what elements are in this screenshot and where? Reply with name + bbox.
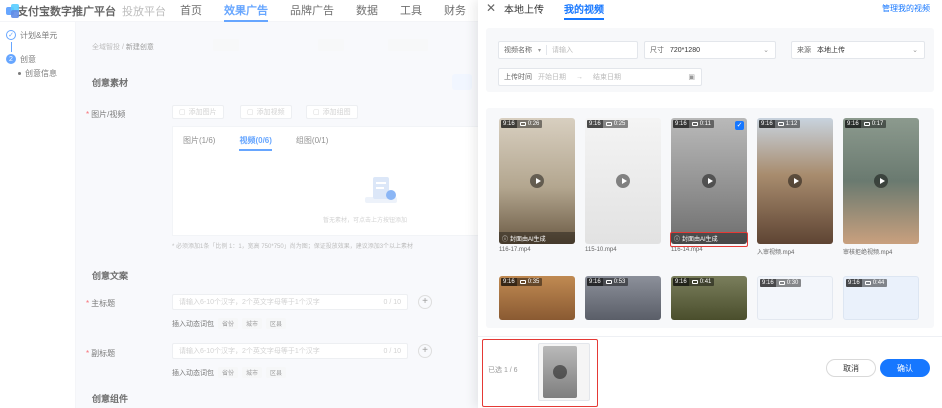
- selected-video-image: [543, 346, 577, 398]
- chevron-down-icon: ⌄: [763, 47, 769, 54]
- camera-icon: [777, 122, 784, 126]
- video-card[interactable]: 9:16 0:17 审核拒绝视频.mp4: [843, 118, 919, 256]
- close-icon[interactable]: ✕: [486, 1, 496, 15]
- video-card[interactable]: 9:16 0:44: [843, 276, 919, 320]
- play-icon[interactable]: [616, 174, 630, 188]
- camera-icon: [691, 122, 698, 126]
- arrow-right-icon: →: [576, 73, 583, 81]
- video-card[interactable]: 9:16 0:53: [585, 276, 661, 320]
- video-card[interactable]: 9:16 0:26 ⓘ 封面由AI生成 116-17.mp4: [499, 118, 575, 253]
- video-thumbnail[interactable]: 9:16 0:41: [671, 276, 747, 320]
- upload-time-filter[interactable]: 上传时间 开始日期 → 结束日期 ▣: [498, 68, 702, 86]
- video-thumbnail[interactable]: 9:16 0:11 ✓ ⓘ 封面由AI生成: [671, 118, 747, 244]
- confirm-button[interactable]: 确认: [880, 359, 930, 377]
- cancel-button[interactable]: 取消: [826, 359, 876, 377]
- video-filename: 115-10.mp4: [585, 247, 617, 253]
- camera-icon: [778, 281, 785, 285]
- video-thumbnail[interactable]: 9:16 0:26 ⓘ 封面由AI生成: [499, 118, 575, 244]
- play-icon[interactable]: [788, 174, 802, 188]
- highlight-ai-badge: [670, 232, 748, 247]
- tab-my-videos[interactable]: 我的视频: [564, 1, 604, 20]
- video-thumbnail[interactable]: 9:16 0:30: [757, 276, 833, 320]
- filter-panel: 视频名称 ▾ 请输入 尺寸 720*1280 ⌄ 来源 本地上传 ⌄ 上传时间 …: [486, 28, 934, 92]
- video-filename: 入审视频.mp4: [757, 250, 795, 256]
- video-card[interactable]: 9:16 1:12 入审视频.mp4: [757, 118, 833, 256]
- camera-icon: [605, 280, 612, 284]
- video-thumbnail[interactable]: 9:16 1:12: [757, 118, 833, 244]
- modal-backdrop[interactable]: [0, 0, 478, 408]
- chevron-down-icon: ▾: [538, 47, 542, 54]
- chevron-down-icon: ⌄: [912, 47, 918, 54]
- camera-icon: [519, 122, 526, 126]
- calendar-icon: ▣: [688, 74, 695, 81]
- camera-icon: [605, 122, 612, 126]
- video-card[interactable]: 9:16 0:30: [757, 276, 833, 320]
- video-filename: 116-14.mp4: [671, 247, 703, 253]
- selected-video-thumbnail[interactable]: [538, 343, 590, 401]
- video-thumbnail[interactable]: 9:16 0:17: [843, 118, 919, 244]
- video-card[interactable]: 9:16 0:41: [671, 276, 747, 320]
- video-filename: 116-17.mp4: [499, 247, 531, 253]
- camera-icon: [691, 280, 698, 284]
- video-picker-drawer: ✕ 本地上传 我的视频 管理我的视频 视频名称 ▾ 请输入 尺寸 720*128…: [478, 0, 942, 408]
- camera-icon: [519, 280, 526, 284]
- source-filter[interactable]: 来源 本地上传 ⌄: [791, 41, 925, 59]
- info-icon: ⓘ: [502, 236, 509, 243]
- tab-local-upload[interactable]: 本地上传: [504, 1, 544, 16]
- video-card[interactable]: 9:16 0:25 115-10.mp4: [585, 118, 661, 253]
- play-icon[interactable]: [702, 174, 716, 188]
- video-filename: 审核拒绝视频.mp4: [843, 250, 893, 256]
- drawer-footer: 已选 1 / 6 取消 确认: [478, 336, 942, 408]
- size-filter[interactable]: 尺寸 720*1280 ⌄: [644, 41, 776, 59]
- selected-count: 已选 1 / 6: [488, 367, 518, 374]
- camera-icon: [864, 281, 871, 285]
- check-icon[interactable]: ✓: [735, 121, 744, 130]
- video-name-filter[interactable]: 视频名称 ▾ 请输入: [498, 41, 638, 59]
- camera-icon: [863, 122, 870, 126]
- play-icon[interactable]: [530, 174, 544, 188]
- video-grid: 9:16 0:26 ⓘ 封面由AI生成 116-17.mp4 9:16 0:25 11…: [486, 108, 934, 328]
- manage-videos-link[interactable]: 管理我的视频: [882, 3, 930, 14]
- play-icon[interactable]: [553, 365, 567, 379]
- video-thumbnail[interactable]: 9:16 0:35: [499, 276, 575, 320]
- ai-cover-badge: ⓘ 封面由AI生成: [499, 232, 575, 244]
- video-thumbnail[interactable]: 9:16 0:53: [585, 276, 661, 320]
- video-thumbnail[interactable]: 9:16 0:25: [585, 118, 661, 244]
- video-card[interactable]: 9:16 0:35: [499, 276, 575, 320]
- video-thumbnail[interactable]: 9:16 0:44: [843, 276, 919, 320]
- play-icon[interactable]: [874, 174, 888, 188]
